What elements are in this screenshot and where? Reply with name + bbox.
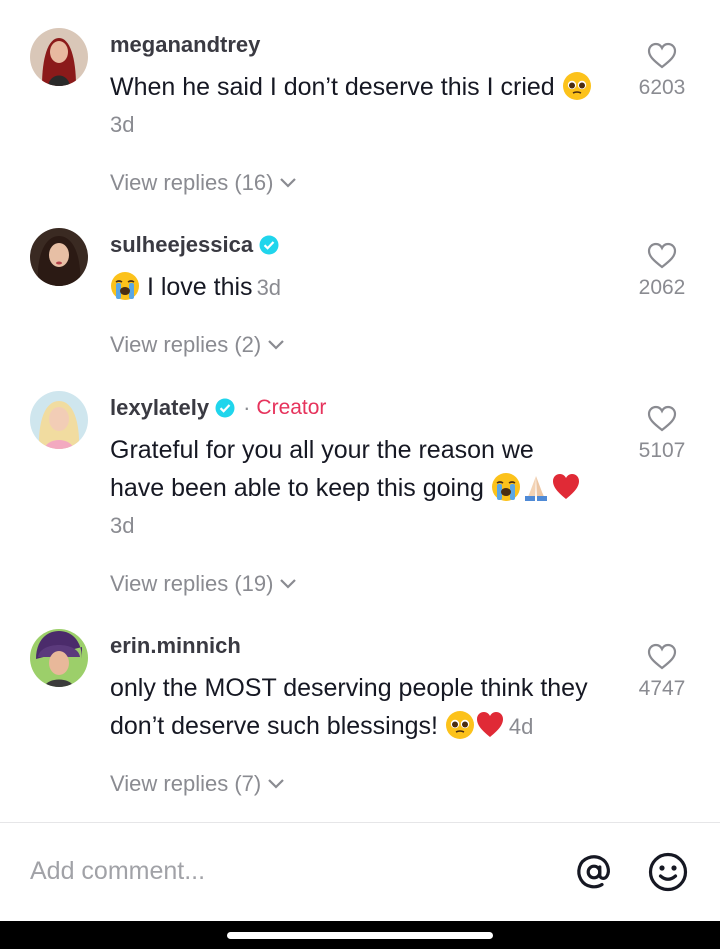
view-replies-button[interactable]: View replies (7) (110, 769, 285, 799)
username[interactable]: lexylately (110, 393, 209, 423)
system-nav-bar (0, 921, 720, 949)
comment-text: I love this 3d (110, 268, 640, 307)
comments-screen: meganandtrey When he said I don’t deserv… (0, 0, 720, 949)
comment-time: 3d (110, 513, 135, 538)
like-count: 6203 (638, 76, 686, 99)
heart-outline-icon (647, 42, 677, 69)
loudly-crying-face-emoji (110, 271, 140, 301)
username[interactable]: erin.minnich (110, 631, 241, 661)
creator-badge: Creator (256, 396, 327, 419)
like-count: 2062 (638, 276, 686, 299)
view-replies-button[interactable]: View replies (16) (110, 168, 297, 198)
comment-composer (0, 823, 720, 921)
heart-outline-icon (647, 405, 677, 432)
like-button[interactable]: 2062 (622, 242, 702, 300)
folded-hands-emoji (521, 472, 551, 502)
username[interactable]: sulheejessica (110, 230, 253, 260)
like-button[interactable]: 5107 (622, 405, 702, 463)
smiley-face-icon[interactable] (647, 851, 689, 893)
like-button[interactable]: 6203 (622, 42, 702, 100)
comment-time: 3d (110, 112, 135, 137)
separator-dot: · (243, 395, 251, 420)
avatar[interactable] (30, 629, 88, 687)
heart-outline-icon (647, 643, 677, 670)
pleading-face-emoji (445, 710, 475, 740)
view-replies-button[interactable]: View replies (2) (110, 330, 285, 360)
comment-text: only the MOST deserving people think the… (110, 674, 588, 740)
comment-text: When he said I don’t deserve this I crie… (110, 68, 640, 106)
red-heart-emoji (551, 472, 581, 502)
comment-text: Grateful for you all your the reason we … (110, 431, 640, 507)
home-indicator[interactable] (227, 932, 493, 939)
verified-badge-icon (215, 398, 235, 418)
avatar[interactable] (30, 28, 88, 86)
comment-time: 4d (508, 714, 534, 739)
red-heart-emoji (475, 710, 505, 740)
heart-outline-icon (647, 242, 677, 269)
view-replies-button[interactable]: View replies (19) (110, 569, 297, 599)
comment-time: 3d (256, 275, 282, 300)
avatar[interactable] (30, 228, 88, 286)
chevron-down-icon (280, 178, 297, 188)
username[interactable]: meganandtrey (110, 30, 260, 60)
like-button[interactable]: 4747 (622, 643, 702, 701)
like-count: 4747 (638, 677, 686, 700)
add-comment-input[interactable] (30, 851, 550, 891)
loudly-crying-face-emoji (491, 472, 521, 502)
at-sign-icon[interactable] (573, 851, 615, 893)
chevron-down-icon (268, 340, 284, 350)
avatar[interactable] (30, 391, 88, 449)
pleading-face-emoji (562, 71, 592, 101)
chevron-down-icon (268, 779, 284, 789)
verified-badge-icon (259, 235, 279, 255)
like-count: 5107 (638, 439, 686, 462)
chevron-down-icon (280, 579, 297, 589)
